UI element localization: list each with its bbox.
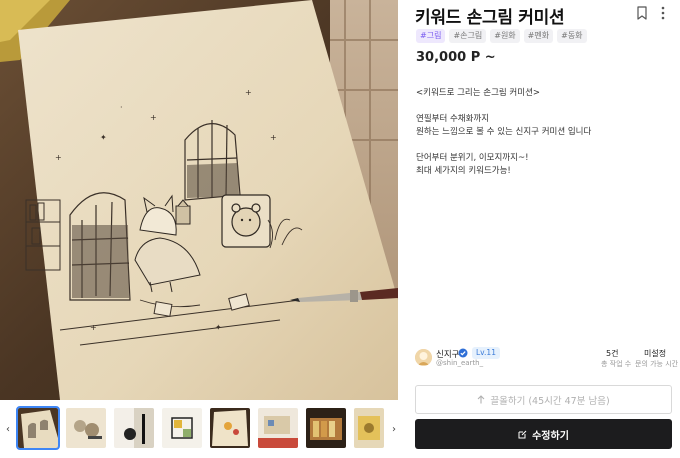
description-line: 연필부터 수채화까지: [416, 114, 490, 124]
level-badge: Lv.11: [472, 347, 500, 359]
tag-chip[interactable]: #그림: [416, 29, 446, 43]
stat-work-count-value: 5건: [606, 349, 619, 358]
tag-list: #그림 #손그림 #원화 #펜화 #동화: [416, 29, 587, 43]
thumbnail-1[interactable]: [16, 406, 60, 450]
thumbnail-image: [258, 408, 298, 448]
svg-text:✦: ✦: [215, 323, 222, 332]
chevron-right-icon[interactable]: ›: [388, 423, 400, 437]
svg-text:+: +: [270, 133, 277, 142]
svg-text:+: +: [55, 153, 62, 162]
tag-chip[interactable]: #손그림: [449, 29, 487, 43]
main-product-image[interactable]: ✦ + + + + ✦ + ·: [0, 0, 398, 400]
svg-text:+: +: [90, 323, 97, 332]
thumbnail-2[interactable]: [66, 408, 106, 448]
thumbnail-6[interactable]: [258, 408, 298, 448]
seller-handle: @shin_earth_: [436, 359, 484, 367]
illustration-image: ✦ + + + + ✦ + ·: [0, 0, 398, 400]
edit-icon: [518, 430, 527, 438]
avatar-image: [415, 349, 432, 366]
pull-up-button[interactable]: 끌올하기 (45시간 47분 남음): [415, 385, 672, 414]
bookmark-icon[interactable]: [636, 6, 648, 20]
description-line: 단어부터 분위기, 이모지까지~!: [416, 153, 529, 163]
svg-text:+: +: [245, 88, 252, 97]
stat-inquiry-time-value: 미설정: [644, 349, 667, 358]
price: 30,000 P ~: [416, 50, 496, 65]
svg-text:✦: ✦: [100, 133, 107, 142]
avatar[interactable]: [415, 349, 432, 366]
edit-button[interactable]: 수정하기: [415, 419, 672, 449]
thumbnail-image: [306, 408, 346, 448]
edit-label: 수정하기: [532, 430, 569, 442]
thumbnail-image: [354, 408, 384, 448]
description-line: <키워드로 그리는 손그림 커미션>: [416, 88, 541, 98]
thumbnail-3[interactable]: [114, 408, 154, 448]
description-line: 최대 세가지의 키워드가능!: [416, 166, 511, 176]
thumbnail-4[interactable]: [162, 408, 202, 448]
thumbnail-strip: ‹ ›: [0, 403, 400, 455]
thumbnail-image: [66, 408, 106, 448]
more-vertical-icon[interactable]: [660, 6, 666, 20]
thumbnail-7[interactable]: [306, 408, 346, 448]
thumbnail-image: [18, 408, 58, 448]
chevron-left-icon[interactable]: ‹: [2, 423, 14, 437]
thumbnail-image: [210, 408, 250, 448]
svg-text:+: +: [150, 113, 157, 122]
tag-chip[interactable]: #펜화: [523, 29, 554, 43]
arrow-up-icon: [477, 395, 485, 404]
thumbnail-8[interactable]: [354, 408, 384, 448]
thumbnail-image: [114, 408, 154, 448]
thumbnail-image: [162, 408, 202, 448]
tag-chip[interactable]: #동화: [557, 29, 587, 43]
svg-text:·: ·: [120, 103, 123, 112]
stat-work-count-label: 총 작업 수: [601, 360, 632, 368]
tag-chip[interactable]: #원화: [490, 29, 520, 43]
verified-icon: [458, 348, 468, 358]
thumbnail-5[interactable]: [210, 408, 250, 448]
stat-inquiry-time-label: 문의 가능 시간: [635, 360, 679, 368]
description-line: 원하는 느낌으로 볼 수 있는 신지구 커미션 입니다: [416, 127, 592, 137]
pull-up-label: 끌올하기 (45시간 47분 남음): [490, 395, 610, 407]
product-title: 키워드 손그림 커미션: [415, 8, 565, 28]
